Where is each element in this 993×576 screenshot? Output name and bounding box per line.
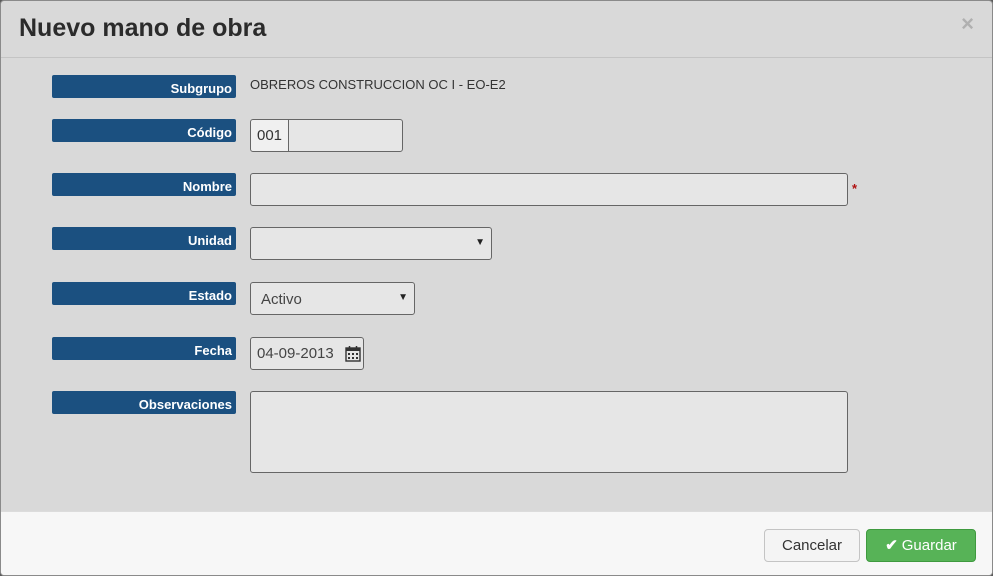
save-button[interactable]: ✔ Guardar	[866, 529, 976, 562]
chevron-down-icon: ▼	[398, 292, 408, 303]
estado-selected: Activo	[261, 291, 302, 308]
calendar-icon[interactable]	[345, 345, 361, 362]
fecha-input[interactable]: 04-09-2013	[250, 337, 364, 370]
subgrupo-value: OBREROS CONSTRUCCION OC I - EO-E2	[250, 77, 506, 92]
unidad-label: Unidad	[52, 227, 236, 250]
modal-header: Nuevo mano de obra ×	[1, 1, 992, 58]
observaciones-textarea[interactable]	[250, 391, 848, 473]
estado-label: Estado	[52, 282, 236, 305]
save-button-label: Guardar	[901, 537, 957, 554]
codigo-prefix: 001	[250, 119, 289, 152]
fecha-label: Fecha	[52, 337, 236, 360]
check-icon: ✔	[885, 537, 898, 554]
estado-select[interactable]: Activo ▼	[250, 282, 415, 315]
nombre-input[interactable]	[250, 173, 848, 206]
cancel-button[interactable]: Cancelar	[764, 529, 860, 562]
codigo-input[interactable]	[288, 119, 403, 152]
modal-dialog: Nuevo mano de obra × Subgrupo OBREROS CO…	[0, 0, 993, 576]
subgrupo-label: Subgrupo	[52, 75, 236, 98]
unidad-select[interactable]: ▼	[250, 227, 492, 260]
observaciones-label: Observaciones	[52, 391, 236, 414]
modal-footer: Cancelar ✔ Guardar	[1, 511, 992, 575]
codigo-label: Código	[52, 119, 236, 142]
close-icon[interactable]: ×	[961, 13, 974, 35]
fecha-value: 04-09-2013	[257, 345, 334, 362]
required-mark: *	[852, 181, 858, 196]
cancel-button-label: Cancelar	[781, 537, 843, 554]
modal-title: Nuevo mano de obra	[19, 14, 267, 42]
chevron-down-icon: ▼	[475, 237, 485, 248]
nombre-label: Nombre	[52, 173, 236, 196]
